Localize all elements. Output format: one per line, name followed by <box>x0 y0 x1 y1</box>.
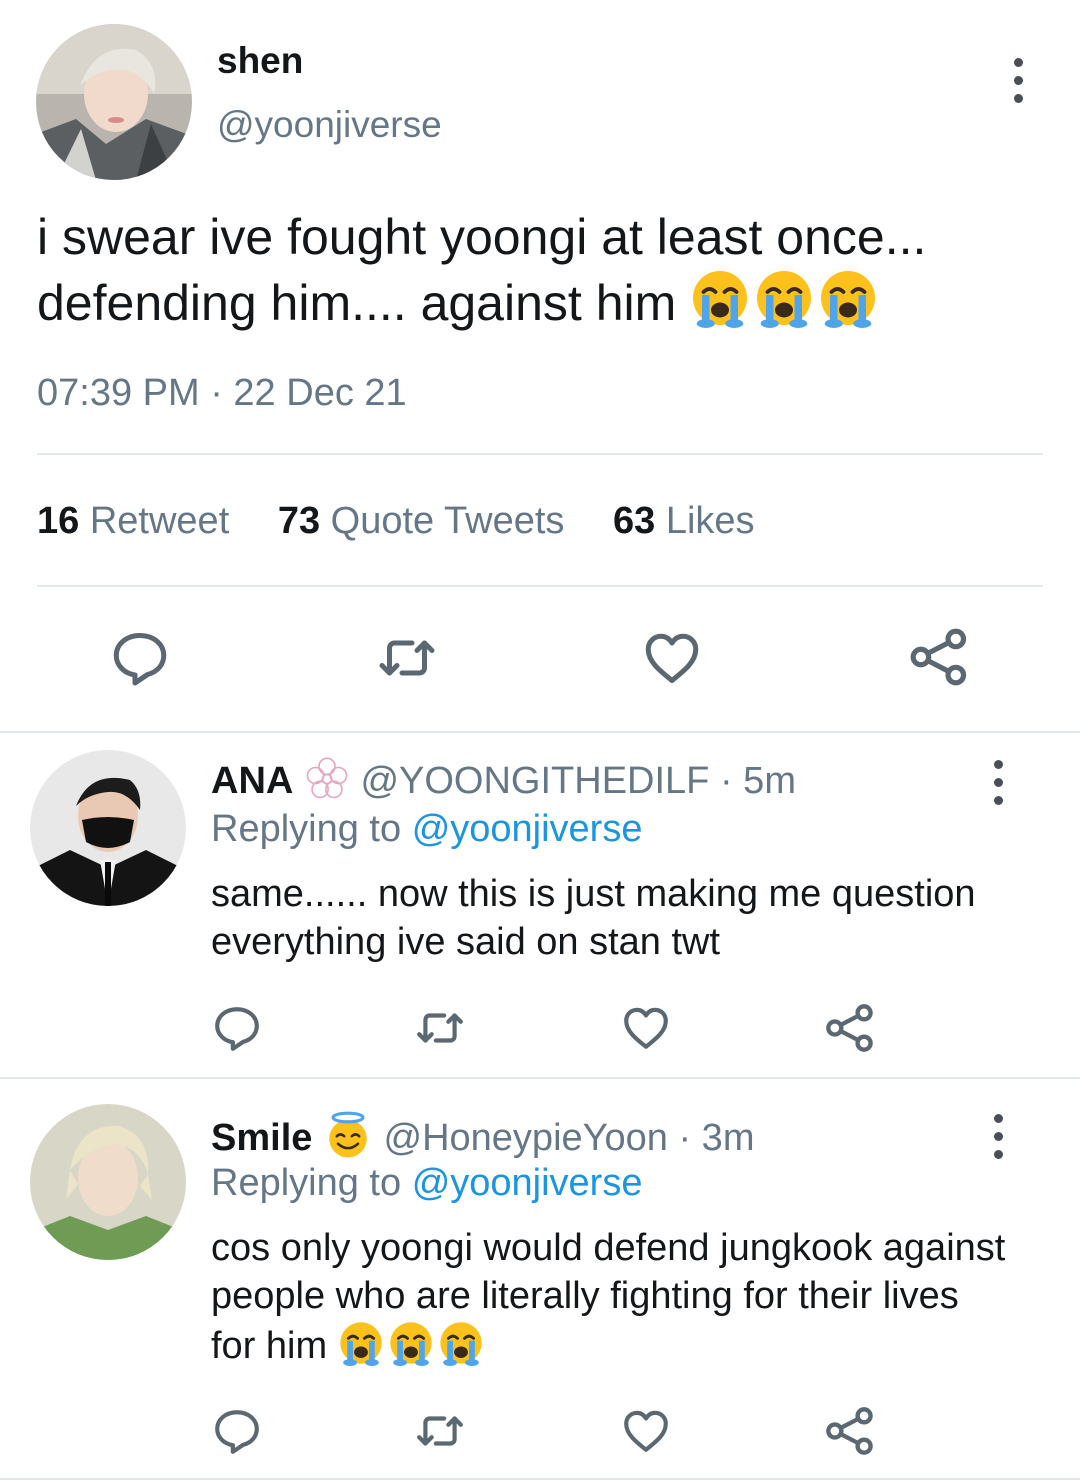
retweet-button[interactable] <box>412 1406 468 1461</box>
divider <box>37 585 1043 587</box>
share-button[interactable] <box>908 626 970 693</box>
author-handle[interactable]: @yoonjiverse <box>217 104 442 146</box>
reply-author-handle[interactable]: @YOONGITHEDILF <box>360 760 709 802</box>
quote-tweets-stat[interactable]: 73 Quote Tweets <box>278 500 565 542</box>
reply-time: · 3m <box>678 1117 755 1159</box>
reply-button[interactable] <box>212 1003 262 1058</box>
more-dot-icon <box>1013 76 1023 85</box>
loudly-crying-face-icon <box>438 1320 484 1366</box>
reply-menu-button[interactable] <box>986 760 1010 805</box>
reply-text-body: cos only yoongi would defend jungkook ag… <box>211 1227 1006 1367</box>
reply-icon <box>110 628 170 688</box>
retweet-stat[interactable]: 16 Retweet <box>37 500 229 542</box>
more-dot-icon <box>993 796 1003 805</box>
smiling-face-with-halo-icon <box>329 1111 367 1158</box>
reply-text: same...... now this is just making me qu… <box>211 873 976 963</box>
like-button[interactable] <box>618 1003 674 1058</box>
main-avatar[interactable] <box>36 24 192 180</box>
like-button[interactable] <box>640 628 704 693</box>
reply-button[interactable] <box>212 1406 262 1461</box>
reply-menu-button[interactable] <box>986 1114 1010 1159</box>
cherry-blossom-outline-icon <box>306 757 348 799</box>
share-icon <box>824 1002 876 1054</box>
retweet-button[interactable] <box>412 1003 468 1058</box>
likes-stat[interactable]: 63 Likes <box>613 500 755 542</box>
reply-author-name[interactable]: Smile <box>211 1117 312 1159</box>
reply-avatar[interactable] <box>30 1104 186 1260</box>
replying-to: Replying to @yoonjiverse <box>211 1162 643 1204</box>
share-icon <box>824 1405 876 1457</box>
tweet-menu-button[interactable] <box>1006 58 1030 103</box>
more-dot-icon <box>993 1132 1003 1141</box>
loudly-crying-face-icon <box>338 1320 384 1366</box>
like-button[interactable] <box>618 1406 674 1461</box>
more-dot-icon <box>1013 94 1023 103</box>
reply-avatar[interactable] <box>30 750 186 906</box>
more-dot-icon <box>993 760 1003 769</box>
reply-icon <box>212 1406 262 1456</box>
replying-to-link[interactable]: @yoonjiverse <box>412 1162 643 1204</box>
reply-button[interactable] <box>110 628 170 693</box>
divider <box>0 731 1080 733</box>
replying-to-link[interactable]: @yoonjiverse <box>412 808 643 850</box>
replying-to: Replying to @yoonjiverse <box>211 808 643 850</box>
loudly-crying-face-icon <box>754 268 814 328</box>
divider <box>37 453 1043 455</box>
reply-header: ANA @YOONGITHEDILF · 5m <box>211 756 796 803</box>
share-button[interactable] <box>824 1405 876 1462</box>
retweet-icon <box>412 1406 468 1456</box>
retweet-button[interactable] <box>375 628 439 693</box>
more-dot-icon <box>993 1114 1003 1123</box>
loudly-crying-face-icon <box>818 268 878 328</box>
more-dot-icon <box>993 1150 1003 1159</box>
loudly-crying-face-icon <box>388 1320 434 1366</box>
like-icon <box>618 1003 674 1053</box>
more-dot-icon <box>1013 58 1023 67</box>
more-dot-icon <box>993 778 1003 787</box>
divider <box>0 1478 1080 1480</box>
reply-time: · 5m <box>719 760 796 802</box>
share-icon <box>908 626 970 688</box>
reply-text: cos only yoongi would defend jungkook ag… <box>211 1224 1011 1370</box>
reply-author-name[interactable]: ANA <box>211 760 293 802</box>
like-icon <box>618 1406 674 1456</box>
author-name[interactable]: shen <box>217 40 303 82</box>
tweet-timestamp: 07:39 PM · 22 Dec 21 <box>37 372 407 414</box>
reply-author-handle[interactable]: @HoneypieYoon <box>384 1117 668 1159</box>
retweet-icon <box>375 628 439 688</box>
reply-icon <box>212 1003 262 1053</box>
retweet-icon <box>412 1003 468 1053</box>
reply-header: Smile @HoneypieYoon · 3m <box>211 1110 754 1160</box>
like-icon <box>640 628 704 688</box>
divider <box>0 1077 1080 1079</box>
engagement-stats: 16 Retweet 73 Quote Tweets 63 Likes <box>37 500 755 543</box>
share-button[interactable] <box>824 1002 876 1059</box>
tweet-text: i swear ive fought yoongi at least once.… <box>37 206 1047 334</box>
loudly-crying-face-icon <box>690 268 750 328</box>
